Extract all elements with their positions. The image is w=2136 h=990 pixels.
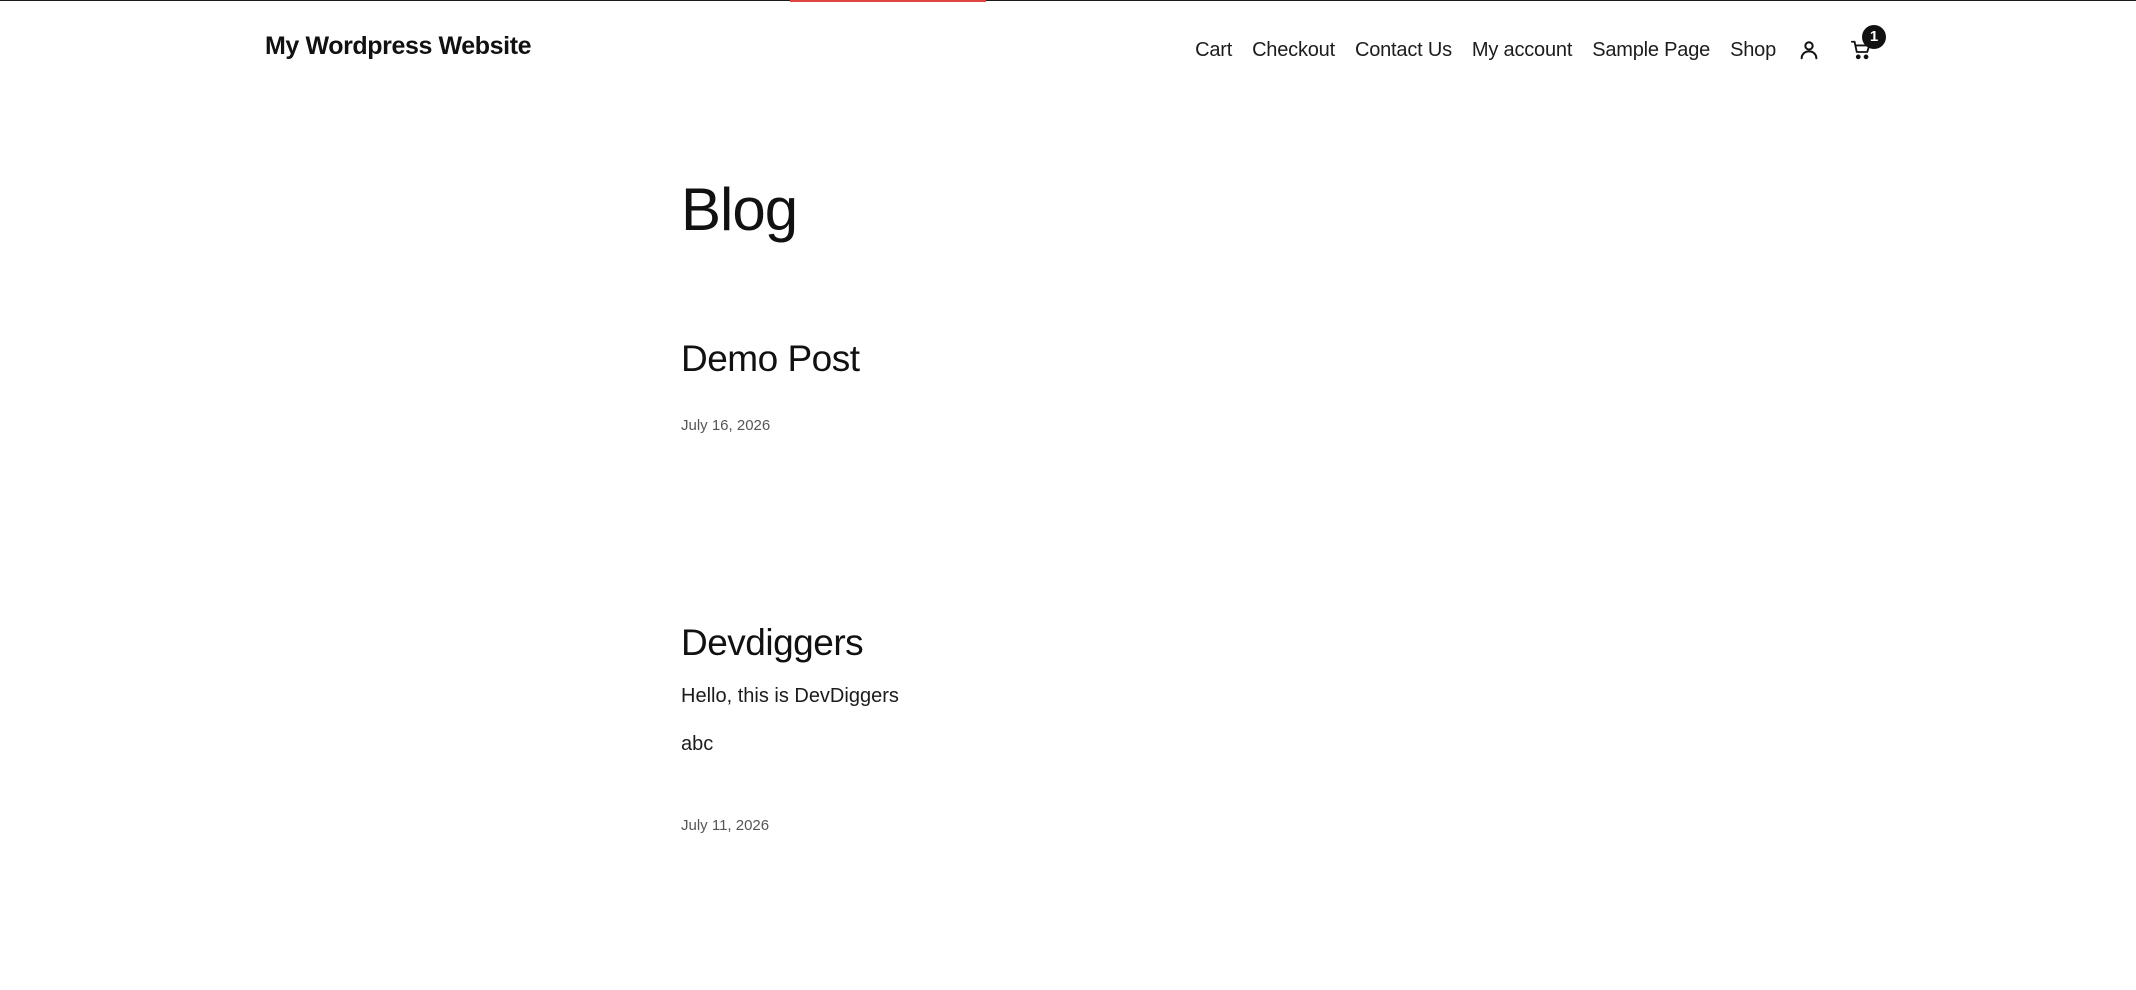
nav-item-checkout[interactable]: Checkout	[1252, 39, 1335, 62]
nav-item-cart[interactable]: Cart	[1195, 39, 1232, 62]
page-title: Blog	[681, 176, 798, 243]
post-excerpt-paragraph: Hello, this is DevDiggers	[681, 685, 899, 707]
post-excerpt-paragraph: abc	[681, 733, 714, 755]
post-date: July 16, 2026	[681, 417, 771, 434]
post-date: July 11, 2026	[681, 817, 770, 834]
site-header: My Wordpress Website Cart Checkout Conta…	[0, 0, 2136, 96]
main-navigation: Cart Checkout Contact Us My account Samp…	[1195, 25, 1886, 70]
mini-cart-button[interactable]: 1	[1848, 25, 1886, 63]
nav-item-contact-us[interactable]: Contact Us	[1355, 39, 1452, 62]
nav-item-sample-page[interactable]: Sample Page	[1592, 39, 1710, 62]
nav-item-my-account[interactable]: My account	[1472, 39, 1572, 62]
nav-item-shop[interactable]: Shop	[1730, 39, 1776, 62]
account-button[interactable]	[1796, 37, 1822, 63]
post-title-link[interactable]: Devdiggers	[681, 620, 864, 666]
user-icon	[1800, 41, 1818, 60]
post-title-link[interactable]: Demo Post	[681, 336, 860, 382]
cart-count-badge: 1	[1862, 25, 1886, 49]
site-title-link[interactable]: My Wordpress Website	[265, 32, 532, 61]
